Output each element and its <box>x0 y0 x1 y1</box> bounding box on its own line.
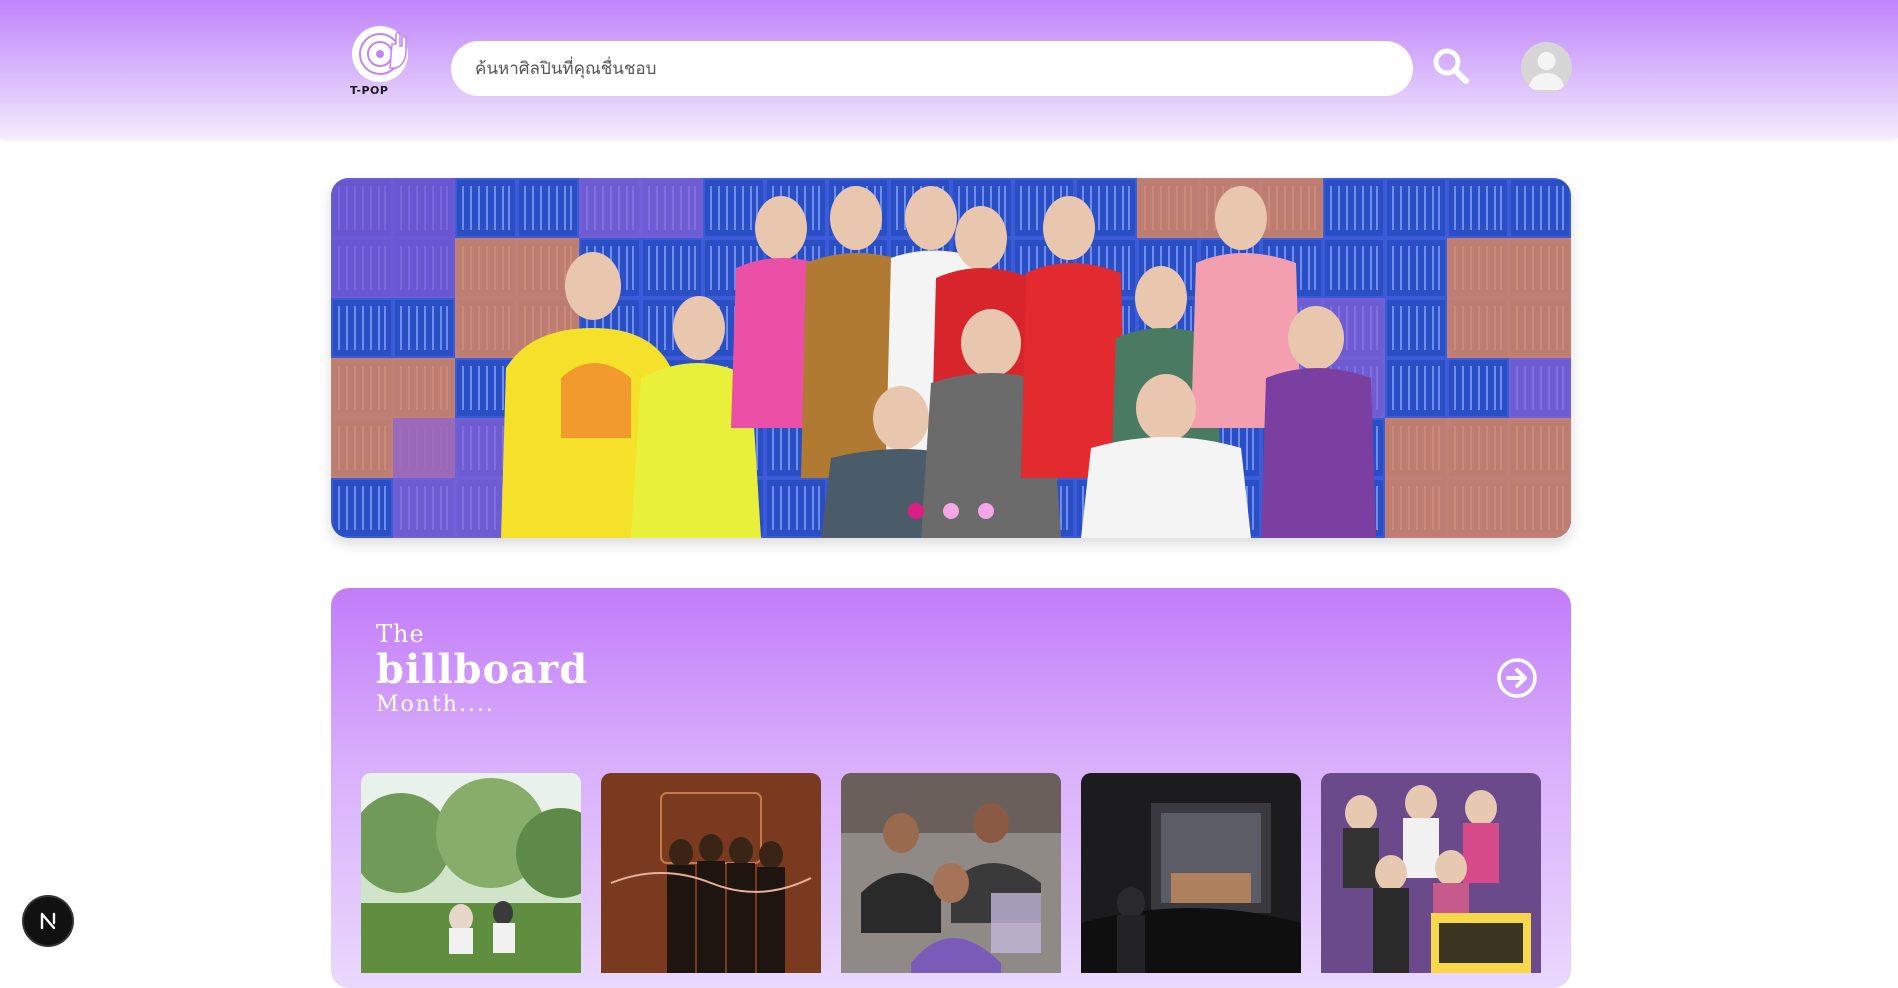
album-card-2[interactable] <box>601 773 821 973</box>
arrow-right-circle-icon[interactable] <box>1496 657 1538 699</box>
carousel-dot-1[interactable] <box>908 503 924 519</box>
carousel-dot-3[interactable] <box>978 503 994 519</box>
billboard-title: The billboard Month.... <box>376 622 588 716</box>
logo-text: T-POP <box>350 84 389 97</box>
search-icon[interactable] <box>1431 46 1471 86</box>
carousel-dot-2[interactable] <box>943 503 959 519</box>
billboard-title-line3: Month.... <box>376 692 495 717</box>
top-header: T-POP <box>0 0 1898 138</box>
billboard-title-line1: The <box>376 620 425 648</box>
album-cover-band-brown-icon <box>601 773 821 973</box>
user-icon <box>1528 52 1565 90</box>
billboard-title-line2: billboard <box>376 646 589 693</box>
album-cover-garden-couple-icon <box>361 773 581 973</box>
album-card-4[interactable] <box>1081 773 1301 973</box>
album-card-5[interactable] <box>1321 773 1541 973</box>
nextjs-badge[interactable] <box>24 897 72 945</box>
album-card-1[interactable] <box>361 773 581 973</box>
hero-image <box>331 178 1571 538</box>
carousel-dots <box>908 503 994 519</box>
album-cover-dark-sunset-icon <box>1081 773 1301 973</box>
avatar[interactable] <box>1521 42 1572 93</box>
album-card-3[interactable] <box>841 773 1061 973</box>
album-cover-group-girls-icon <box>841 773 1061 973</box>
album-cover-boyband-colorful-icon <box>1321 773 1541 973</box>
hero-banner[interactable] <box>331 178 1571 538</box>
nextjs-icon <box>40 912 56 930</box>
search-input[interactable] <box>451 41 1413 96</box>
